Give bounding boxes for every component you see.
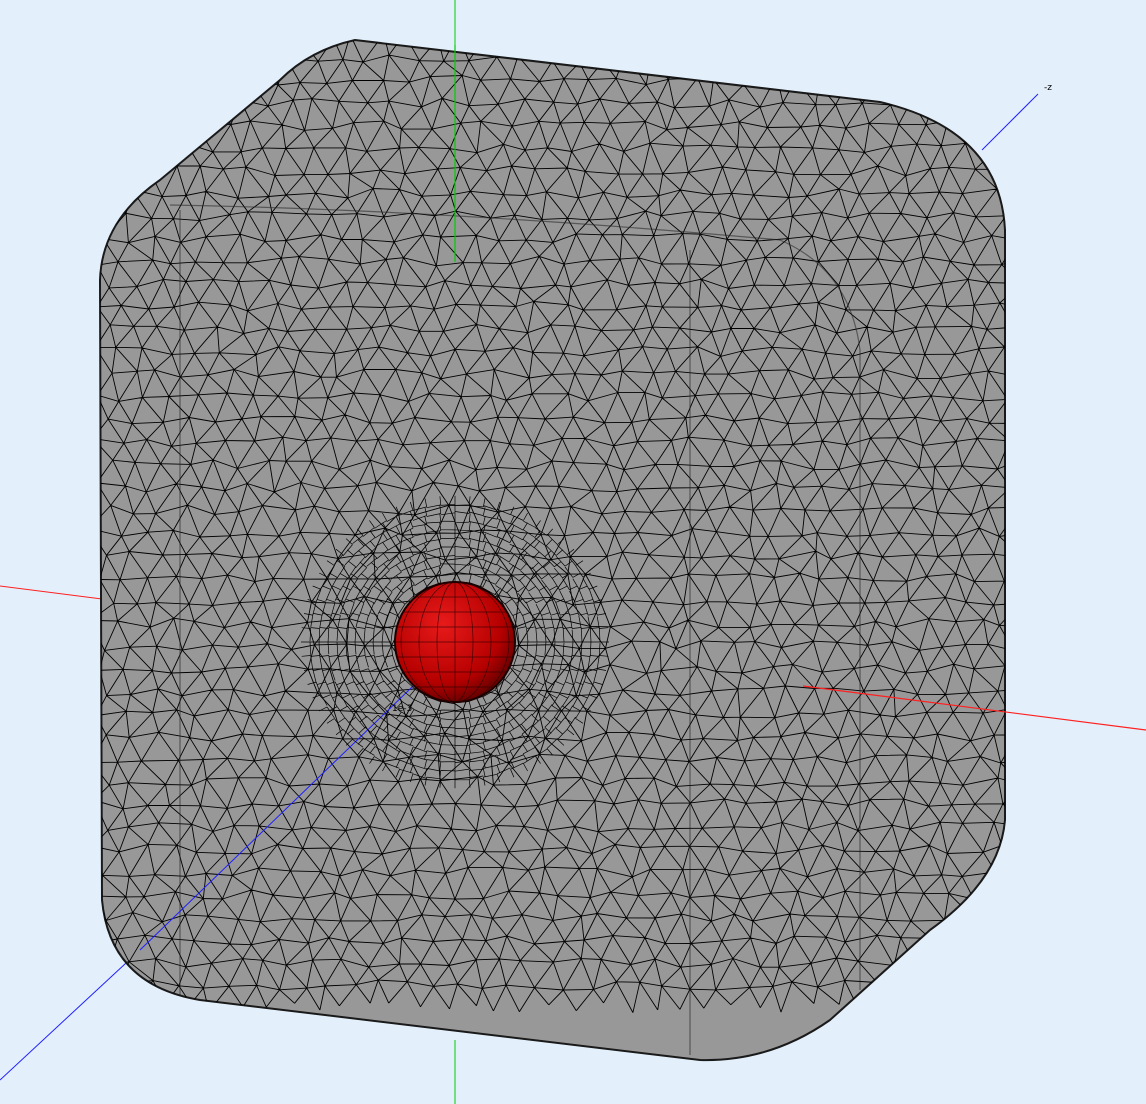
3d-viewport[interactable]: -z 1e-3 (0, 0, 1146, 1104)
z-axis-label: -z (1044, 83, 1052, 93)
z-axis-line-top (981, 93, 1039, 151)
z-axis-line-bottom (0, 949, 141, 1081)
inclusion-region: 1e-3 (301, 495, 609, 789)
mesh-scene[interactable]: -z 1e-3 (0, 0, 1146, 1104)
origin-label: 1e-3 (392, 704, 412, 714)
cube-mesh[interactable] (89, 30, 1146, 1062)
x-axis-line-left (0, 585, 103, 600)
